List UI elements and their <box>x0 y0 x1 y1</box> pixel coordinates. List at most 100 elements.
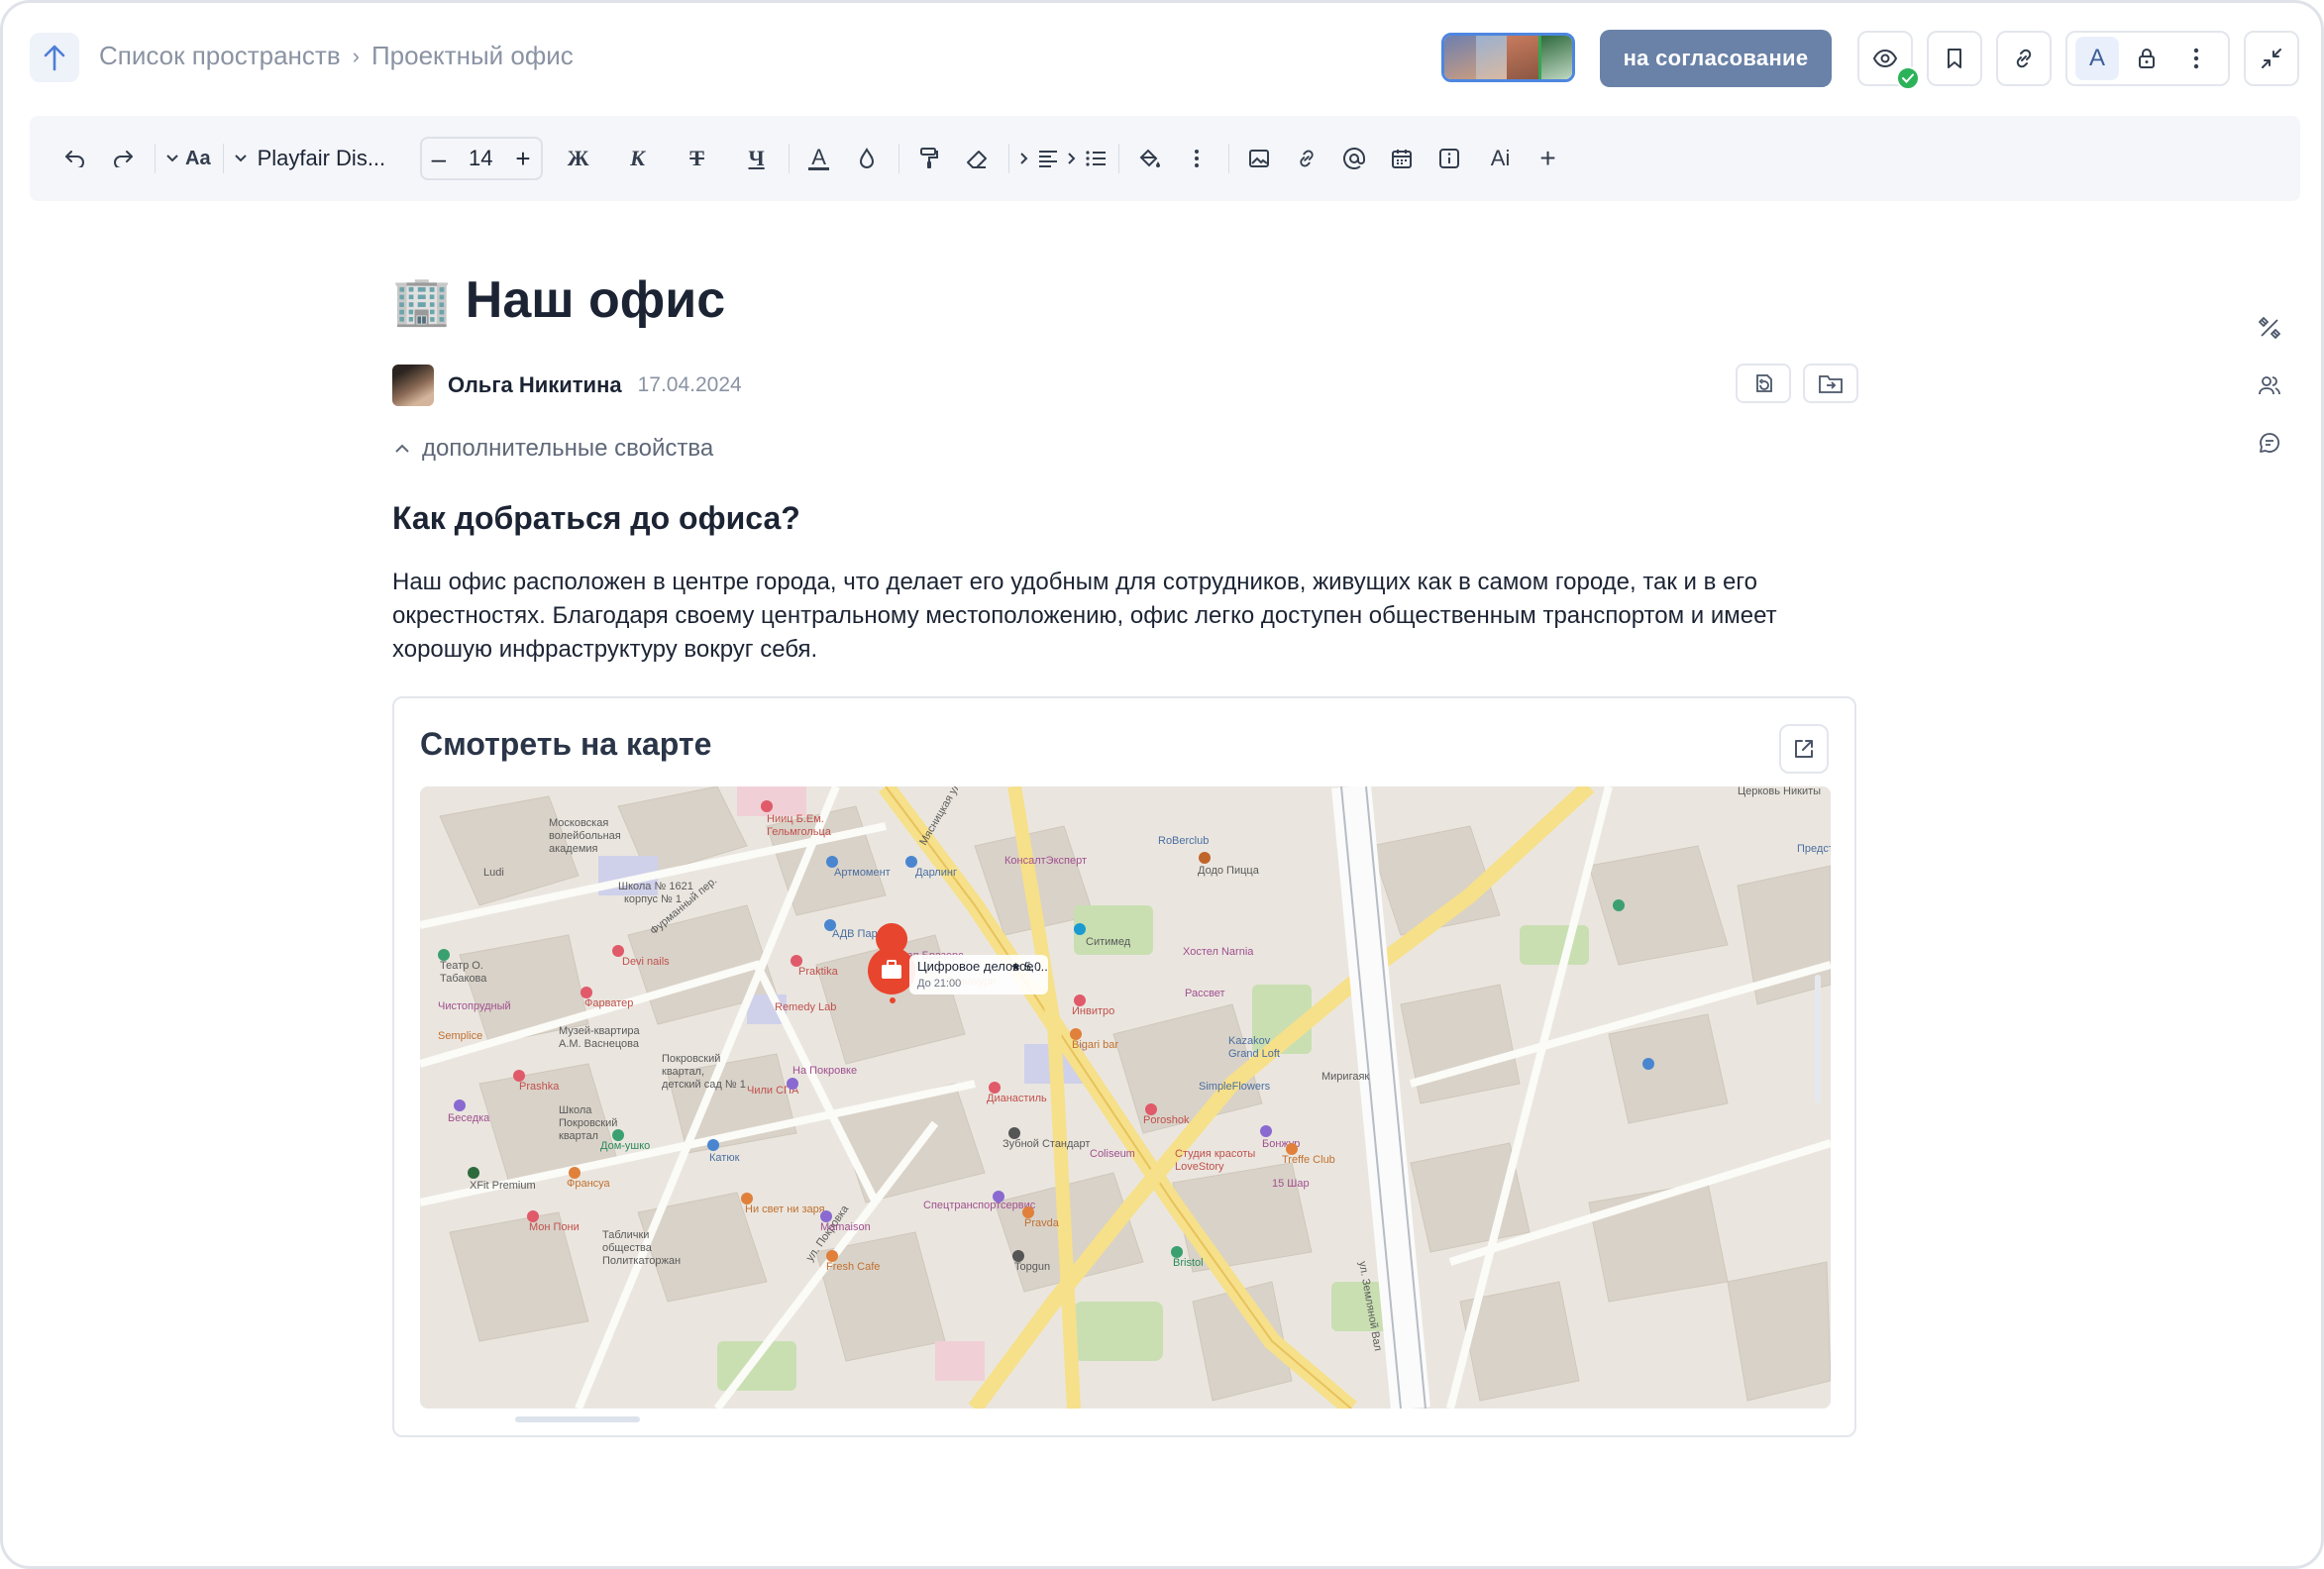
text-style-dropdown[interactable]: Aa <box>165 139 211 178</box>
svg-text:Remedy Lab: Remedy Lab <box>775 1001 836 1013</box>
format-painter-button[interactable] <box>909 139 949 178</box>
breadcrumb-item-project-office[interactable]: Проектный офис <box>371 41 574 71</box>
svg-text:Покровский: Покровский <box>559 1117 617 1129</box>
collapse-button[interactable] <box>2244 31 2299 86</box>
extra-properties-label: дополнительные свойства <box>422 435 714 462</box>
map-card: Смотреть на карте Мясницкая ул. ул. Покр… <box>392 696 1856 1437</box>
chevron-down-icon <box>234 155 247 162</box>
undo-button[interactable] <box>55 139 95 178</box>
decrease-size-button[interactable]: – <box>432 144 446 174</box>
toolbar-divider <box>788 144 790 173</box>
svg-text:Беседка: Беседка <box>448 1112 490 1124</box>
font-size-stepper: – 14 + <box>419 137 543 180</box>
comments-button[interactable] <box>2254 427 2285 459</box>
insert-image-button[interactable] <box>1239 139 1279 178</box>
svg-text:Инвитро: Инвитро <box>1072 1005 1114 1017</box>
svg-text:Музей-квартира: Музей-квартира <box>559 1025 640 1037</box>
highlight-button[interactable] <box>847 139 887 178</box>
author-name[interactable]: Ольга Никитина <box>448 372 622 398</box>
insert-link-button[interactable] <box>1287 139 1326 178</box>
arrow-up-icon <box>44 45 65 71</box>
insert-calendar-button[interactable] <box>1382 139 1422 178</box>
move-to-folder-button[interactable] <box>1803 364 1858 403</box>
redo-icon <box>114 151 133 167</box>
copy-link-button[interactable] <box>1996 31 2052 86</box>
font-size-value[interactable]: 14 <box>469 146 492 171</box>
svg-text:Представ: Представ <box>1797 843 1831 855</box>
bookmark-icon <box>1948 49 1961 68</box>
participants-button[interactable] <box>2254 369 2285 401</box>
toolbar-divider <box>1227 144 1229 173</box>
svg-text:Франсуа: Франсуа <box>567 1178 611 1190</box>
document-actions-group: A <box>2065 31 2230 86</box>
open-map-button[interactable] <box>1779 724 1829 774</box>
svg-text:Дианастиль: Дианастиль <box>987 1093 1047 1104</box>
toolbar-divider <box>222 144 224 173</box>
map-view[interactable]: Мясницкая ул. ул. Покровка ул. Земляной … <box>420 786 1831 1409</box>
svg-text:Зубной Стандарт: Зубной Стандарт <box>1003 1138 1090 1150</box>
svg-text:Bristol: Bristol <box>1173 1257 1204 1269</box>
clear-format-button[interactable] <box>957 139 997 178</box>
avatar <box>392 365 434 406</box>
svg-text:Fresh Cafe: Fresh Cafe <box>826 1261 880 1273</box>
back-up-button[interactable] <box>30 33 79 82</box>
more-button[interactable] <box>2174 37 2218 80</box>
text-color-button[interactable]: A <box>799 139 839 178</box>
svg-text:Semplice: Semplice <box>438 1030 482 1042</box>
svg-text:Табакова: Табакова <box>440 973 487 985</box>
view-mode-button[interactable]: A <box>2075 37 2119 80</box>
map-vertical-scrollbar[interactable] <box>1815 975 1821 1103</box>
svg-text:Спецтранспортсервис: Спецтранспортсервис <box>923 1200 1036 1211</box>
fill-color-button[interactable] <box>1129 139 1169 178</box>
svg-text:На Покровке: На Покровке <box>792 1065 857 1077</box>
more-format-button[interactable] <box>1177 139 1216 178</box>
toolbar-divider <box>155 144 156 173</box>
italic-button[interactable]: К <box>618 139 658 178</box>
lock-button[interactable] <box>2125 37 2168 80</box>
tools-button[interactable] <box>2254 312 2285 344</box>
toolbar-divider <box>1007 144 1009 173</box>
avatar <box>1444 36 1476 79</box>
collapse-icon <box>2262 49 2281 68</box>
bold-button[interactable]: Ж <box>559 139 598 178</box>
svg-text:Bigari bar: Bigari bar <box>1072 1039 1118 1051</box>
svg-text:Mamaison: Mamaison <box>820 1221 871 1233</box>
page-title[interactable]: 🏢 Наш офис <box>392 270 1858 330</box>
comment-icon <box>2260 433 2280 453</box>
place-hours: До 21:00 <box>917 978 961 990</box>
breadcrumb-item-spaces[interactable]: Список пространств <box>99 41 341 71</box>
map-horizontal-scrollbar[interactable] <box>515 1416 640 1422</box>
insert-info-button[interactable] <box>1429 139 1469 178</box>
tools-icon <box>2259 317 2280 339</box>
link-icon <box>1299 150 1314 167</box>
list-dropdown[interactable] <box>1067 139 1107 178</box>
body-paragraph: Наш офис расположен в центре города, что… <box>392 569 1777 663</box>
document-date: 17.04.2024 <box>637 373 742 396</box>
mention-button[interactable] <box>1334 139 1374 178</box>
align-dropdown[interactable] <box>1019 139 1059 178</box>
send-for-approval-button[interactable]: на согласование <box>1600 30 1832 87</box>
chevron-right-icon <box>1067 153 1075 164</box>
map-canvas: Мясницкая ул. ул. Покровка ул. Земляной … <box>420 786 1831 1409</box>
extra-properties-toggle[interactable]: дополнительные свойства <box>394 435 713 463</box>
underline-button[interactable]: Ч <box>737 139 777 178</box>
font-style-icon: Aa <box>185 147 211 169</box>
font-family-select[interactable]: Playfair Dis... <box>234 139 406 178</box>
font-family-value: Playfair Dis... <box>257 146 386 170</box>
redo-button[interactable] <box>103 139 143 178</box>
bookmark-button[interactable] <box>1927 31 1982 86</box>
svg-text:Додо Пицца: Додо Пицца <box>1198 865 1260 877</box>
external-link-icon <box>1795 740 1813 758</box>
strikethrough-button[interactable]: Т <box>678 139 717 178</box>
ai-button[interactable]: Ai <box>1481 139 1521 178</box>
paint-roller-icon <box>919 148 938 168</box>
insert-more-button[interactable]: + <box>1529 139 1568 178</box>
collaborators-avatars[interactable] <box>1441 33 1575 82</box>
place-rating: ★ 5,0 <box>1010 960 1041 974</box>
more-vertical-icon <box>2193 48 2199 69</box>
history-button[interactable] <box>1736 364 1791 403</box>
svg-text:детский сад № 1: детский сад № 1 <box>662 1079 746 1091</box>
increase-size-button[interactable]: + <box>515 144 530 174</box>
svg-text:Покровский: Покровский <box>662 1053 720 1065</box>
chevron-up-icon <box>395 444 409 453</box>
